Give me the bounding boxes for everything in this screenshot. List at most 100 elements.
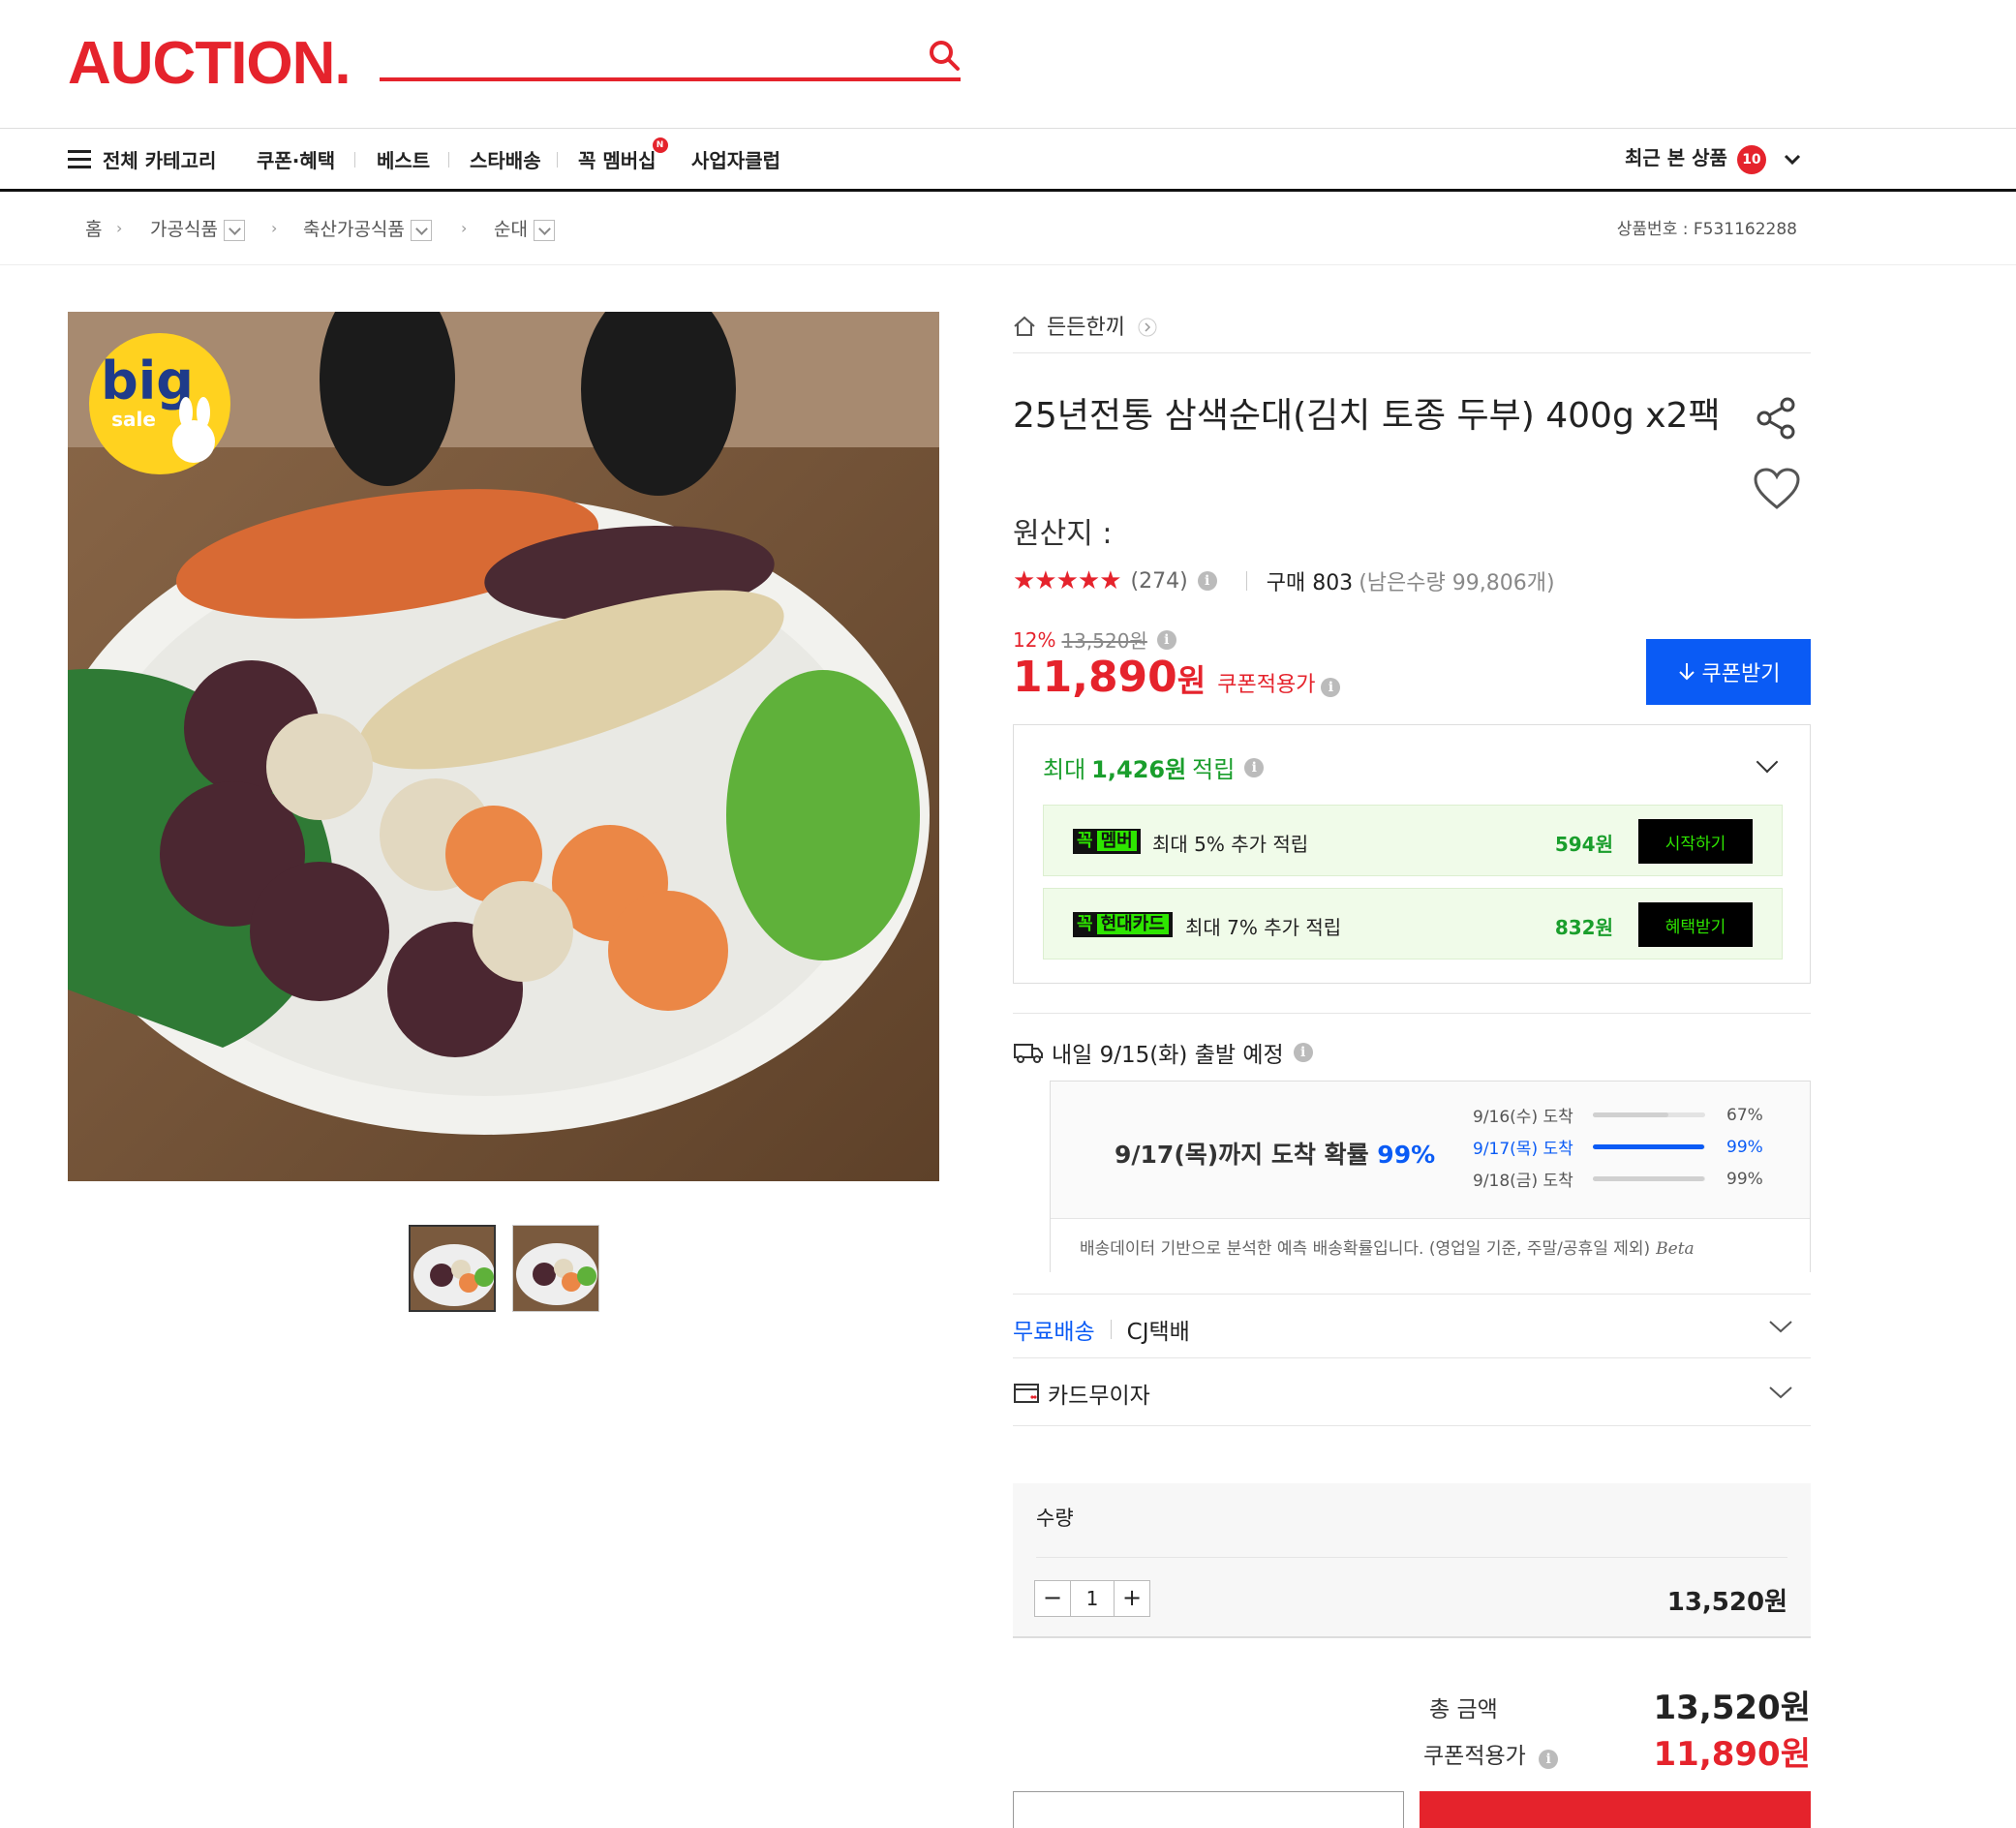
price-row: 11,890 원 쿠폰적용가 i (1013, 653, 1341, 702)
card-installment-row[interactable]: 카드무이자 (1013, 1377, 1150, 1410)
breadcrumb-home[interactable]: 홈 (85, 215, 102, 241)
departure-info: 내일 9/15(화) 출발 예정 i (1013, 1036, 1313, 1069)
dropdown-toggle-icon[interactable] (410, 219, 432, 241)
auction-logo[interactable]: AUCTION. (68, 29, 351, 98)
membership-tag: 꼭 멤버 (1073, 829, 1141, 854)
store-link[interactable]: 든든한끼 (1013, 310, 1157, 341)
eta-headline-text: 9/17(목)까지 도착 확률 (1115, 1141, 1369, 1169)
courier-label: CJ택배 (1126, 1320, 1190, 1345)
eta-headline: 9/17(목)까지 도착 확률 99% (1115, 1136, 1435, 1171)
truck-icon (1014, 1044, 1043, 1063)
get-benefit-button[interactable]: 혜택받기 (1638, 902, 1753, 947)
benefit-hyundai-card: 꼭 현대카드 최대 7% 추가 적립 832원 혜택받기 (1043, 888, 1783, 960)
info-icon[interactable]: i (1244, 757, 1265, 777)
quantity-box: 수량 − 1 + 13,520원 (1013, 1483, 1811, 1638)
delivery-prediction-box: 9/17(목)까지 도착 확률 99% 9/16(수) 도착 67% 9/17(… (1050, 1081, 1811, 1272)
get-coupon-label: 쿠폰받기 (1701, 661, 1781, 686)
discount-rate: 12% (1013, 627, 1056, 652)
chevron-down-icon[interactable] (1768, 1385, 1793, 1400)
original-price: 13,520원 (1061, 629, 1147, 653)
home-icon (1014, 316, 1035, 336)
info-icon[interactable]: i (1321, 678, 1341, 697)
global-nav: 전체 카테고리 쿠폰·혜택 베스트 스타배송 꼭 멤버십 N 사업자클럽 최근 … (0, 128, 2016, 192)
benefit-desc: 최대 7% 추가 적립 (1185, 916, 1342, 939)
eta-headline-pct: 99% (1377, 1141, 1436, 1169)
eta-bar-fill (1593, 1176, 1704, 1181)
eta-pct: 99% (1726, 1169, 1763, 1189)
origin-label: 원산지 : (1013, 517, 1113, 551)
product-number: 상품번호 : F531162288 (1616, 220, 1797, 239)
quantity-stepper: − 1 + (1034, 1580, 1150, 1617)
coupon-price: 11,890 (1013, 653, 1177, 702)
eta-date: 9/16(수) 도착 (1473, 1108, 1573, 1127)
eta-row-highlight: 9/17(목) 도착 99% (1473, 1135, 1763, 1160)
buy-now-button[interactable] (1420, 1791, 1811, 1828)
remaining-stock: (남은수량 99,806개) (1359, 571, 1555, 595)
dropdown-toggle-icon[interactable] (533, 219, 555, 241)
increase-button[interactable]: + (1114, 1580, 1150, 1617)
benefit-membership: 꼭 멤버 최대 5% 추가 적립 594원 시작하기 (1043, 805, 1783, 876)
review-count[interactable]: (274) (1131, 569, 1188, 594)
eta-bar-fill (1593, 1144, 1704, 1149)
thumbnail-2[interactable] (512, 1225, 599, 1312)
nav-membership[interactable]: 꼭 멤버십 N (578, 137, 668, 173)
benefit-amount: 594원 (1554, 833, 1613, 856)
quantity-input[interactable]: 1 (1071, 1580, 1114, 1617)
shipping-option-row[interactable]: 무료배송 CJ택배 (1013, 1313, 1190, 1346)
eta-date: 9/17(목) 도착 (1473, 1140, 1573, 1159)
breadcrumb-level-3[interactable]: 순대 (494, 215, 555, 241)
eta-pct: 99% (1726, 1137, 1763, 1157)
chevron-down-icon[interactable] (1768, 1319, 1793, 1334)
points-box: 최대 1,426원 적립 i 꼭 멤버 최대 5% 추가 적립 594원 시작하기… (1013, 724, 1811, 984)
start-membership-button[interactable]: 시작하기 (1638, 819, 1753, 864)
nav-star-delivery[interactable]: 스타배송 (470, 145, 541, 173)
search-icon[interactable] (928, 39, 961, 72)
breadcrumb-level-2[interactable]: 축산가공식품 (303, 215, 432, 241)
recent-count-badge: 10 (1736, 144, 1766, 174)
dropdown-toggle-icon[interactable] (223, 219, 245, 241)
hamburger-menu-icon[interactable] (68, 150, 91, 169)
all-category-button[interactable]: 전체 카테고리 (103, 145, 216, 173)
big-sale-badge: big sale (89, 333, 230, 474)
share-icon[interactable] (1753, 395, 1799, 442)
download-icon (1678, 663, 1695, 681)
thumbnail-1[interactable] (409, 1225, 496, 1312)
eta-pct: 67% (1726, 1105, 1763, 1125)
price-unit: 원 (1176, 662, 1207, 699)
rating-row: ★★★★★ (274) i 구매 803 (남은수량 99,806개) (1013, 565, 1555, 596)
nav-best[interactable]: 베스트 (377, 145, 430, 173)
heart-icon[interactable] (1753, 467, 1801, 511)
total-label: 총 금액 (1429, 1697, 1498, 1722)
recent-products-button[interactable]: 최근 본 상품 10 (1625, 142, 1802, 174)
breadcrumb-level-1[interactable]: 가공식품 (150, 215, 245, 241)
info-icon[interactable]: i (1156, 629, 1176, 650)
chevron-down-icon (1784, 154, 1800, 165)
chevron-down-icon[interactable] (1756, 750, 1779, 774)
info-icon[interactable]: i (1197, 571, 1217, 591)
eta-row: 9/16(수) 도착 67% (1473, 1103, 1763, 1128)
quantity-label: 수량 (1036, 1507, 1074, 1530)
coupon-total-value: 11,890원 (1653, 1735, 1811, 1774)
product-main-image[interactable]: big sale (68, 312, 939, 1181)
points-amount: 1,426원 (1091, 756, 1187, 783)
cart-button[interactable] (1013, 1791, 1404, 1828)
departure-text: 내일 9/15(화) 출발 예정 (1052, 1043, 1284, 1068)
get-coupon-button[interactable]: 쿠폰받기 (1646, 639, 1811, 705)
info-icon[interactable]: i (1293, 1043, 1313, 1062)
eta-note: 배송데이터 기반으로 분석한 예측 배송확률입니다. (영업일 기준, 주말/공… (1051, 1218, 1810, 1272)
nav-business-club[interactable]: 사업자클럽 (691, 145, 780, 173)
decrease-button[interactable]: − (1034, 1580, 1071, 1617)
points-summary[interactable]: 최대 1,426원 적립 i (1043, 750, 1265, 784)
points-suffix: 적립 (1192, 756, 1236, 783)
info-icon[interactable]: i (1539, 1750, 1559, 1769)
breadcrumb-level-1-label: 가공식품 (150, 219, 218, 240)
total-value: 13,520원 (1653, 1689, 1811, 1727)
search-input[interactable] (380, 29, 902, 74)
eta-note-text: 배송데이터 기반으로 분석한 예측 배송확률입니다. (영업일 기준, 주말/공… (1080, 1239, 1651, 1259)
card-installment-label: 카드무이자 (1048, 1384, 1150, 1409)
eta-row: 9/18(금) 도착 99% (1473, 1167, 1763, 1192)
nav-coupon-benefit[interactable]: 쿠폰·혜택 (257, 145, 335, 173)
product-title: 25년전통 삼색순대(김치 토종 두부) 400g x2팩 (1013, 396, 1721, 436)
quantity-price: 13,520원 (1666, 1588, 1787, 1617)
coupon-total-label: 쿠폰적용가 i (1423, 1737, 1559, 1770)
